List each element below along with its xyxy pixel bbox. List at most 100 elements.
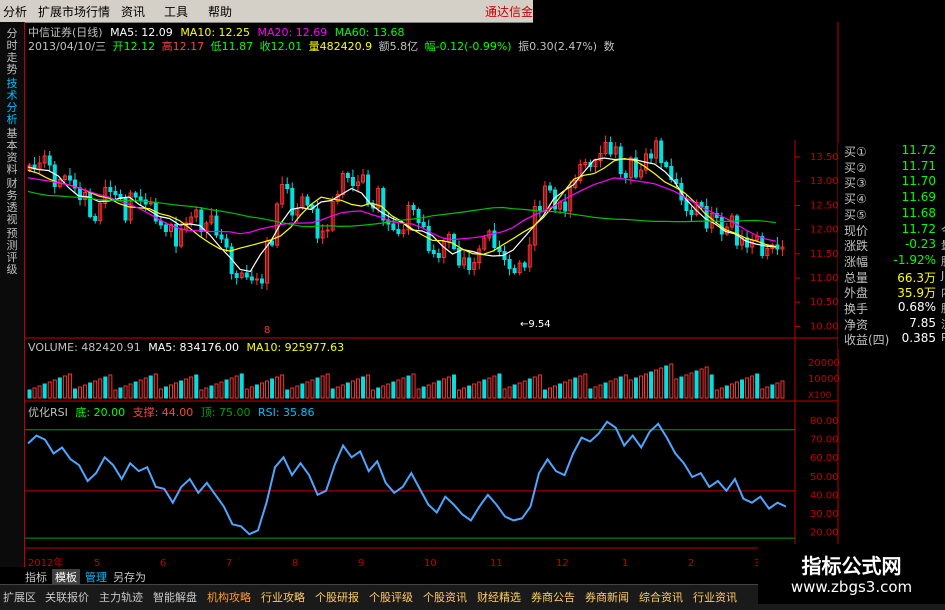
volume-bar (522, 380, 527, 399)
volume-bar (72, 388, 77, 399)
bottom-tab[interactable]: 关联报价 (45, 589, 89, 605)
volume-bar (244, 388, 249, 399)
low-price-annotation: ←9.54 (520, 319, 551, 330)
volume-bar (67, 373, 72, 399)
quote-overflow: 今 (941, 222, 945, 238)
quote-row: 总量 66.3万 J (844, 269, 944, 285)
bottom-tab[interactable]: 个股研报 (315, 589, 359, 605)
volume-bar (189, 376, 194, 399)
candle-body (649, 153, 654, 159)
volume-bar (249, 386, 254, 399)
volume-bar (654, 369, 659, 399)
volume-bar (62, 375, 67, 399)
volume-bar (719, 387, 724, 399)
volume-bar (57, 377, 62, 399)
tab-manage[interactable]: 管理 (82, 569, 110, 585)
redacted-area-chart (276, 284, 666, 324)
quote-row: 买② 11.71 (844, 159, 944, 175)
quote-value: 66.3万 (897, 270, 936, 285)
volume-bar (457, 389, 462, 399)
volume-bar (618, 376, 623, 399)
candle-body (411, 205, 416, 210)
volume-bar (259, 382, 264, 399)
volume-bar (199, 389, 204, 399)
price-tick: 12.50 (810, 200, 839, 211)
volume-bar (532, 376, 537, 399)
volume-bar (628, 379, 633, 399)
volume-bar (234, 375, 239, 399)
candle-body (138, 196, 143, 201)
bottom-tab[interactable]: 券商公告 (531, 589, 575, 605)
volume-bar (750, 375, 755, 399)
candle-body (133, 192, 138, 198)
ma-line (27, 157, 776, 273)
quote-value: -0.23 (904, 237, 936, 252)
tab-indicator[interactable]: 指标 (22, 569, 50, 585)
rsi-tick: 70.00 (810, 435, 839, 446)
candle-body (123, 198, 128, 221)
candle-body (315, 208, 320, 239)
volume-bar (593, 386, 598, 399)
volume-bar (745, 377, 750, 399)
volume-bar (78, 386, 83, 399)
quote-key: 总量 (844, 270, 869, 285)
volume-bar (143, 377, 148, 399)
bottom-tab[interactable]: 行业资讯 (693, 589, 737, 605)
candle-body (689, 210, 694, 215)
bottom-tab[interactable]: 扩展区 (3, 589, 36, 605)
volume-bar (42, 383, 47, 399)
candle-body (244, 272, 249, 278)
bottom-tab[interactable]: 机构攻略 (207, 589, 251, 605)
volume-bar (446, 376, 451, 399)
volume-bar (537, 374, 542, 399)
volume-bar (118, 387, 123, 399)
volume-bar (451, 374, 456, 399)
price-tick: 11.00 (810, 273, 839, 284)
volume-bar (391, 381, 396, 399)
bottom-tab[interactable]: 综合资讯 (639, 589, 683, 605)
tab-save-as[interactable]: 另存为 (110, 569, 149, 585)
volume-bar (315, 377, 320, 399)
candle-body (436, 253, 441, 258)
candle-body (285, 184, 290, 189)
bottom-tab[interactable]: 券商新闻 (585, 589, 629, 605)
candle-body (259, 278, 264, 284)
volume-bar (684, 374, 689, 399)
bottom-tab[interactable]: 财经精选 (477, 589, 521, 605)
bottom-tab[interactable]: 个股评级 (369, 589, 413, 605)
rsi-value: RSI: 35.86 (257, 406, 315, 419)
bottom-tab[interactable]: 行业攻略 (261, 589, 305, 605)
volume-bar (361, 376, 366, 399)
quote-overflow: 流 (941, 316, 945, 332)
quote-key: 买③ (844, 176, 867, 191)
volume-bar (472, 383, 477, 399)
volume-bar (123, 385, 128, 399)
volume-bar (467, 385, 472, 399)
tab-template[interactable]: 模板 (52, 569, 80, 585)
volume-bar (396, 379, 401, 399)
ma-line (27, 157, 777, 256)
volume-bar (462, 387, 467, 399)
volume-bar (285, 389, 290, 399)
quote-overflow: 股 (941, 300, 945, 316)
volume-bar (699, 368, 704, 399)
volume-bar (320, 375, 325, 399)
volume-bar (32, 387, 37, 399)
volume-bar (335, 386, 340, 399)
bottom-tab[interactable]: 主力轨迹 (99, 589, 143, 605)
candle-body (108, 187, 113, 192)
quote-row: 买① 11.72 (844, 143, 944, 159)
volume-bar (194, 374, 199, 399)
volume-bar (305, 381, 310, 399)
volume-bar (52, 379, 57, 399)
volume-bar (204, 387, 209, 399)
volume-bar (421, 386, 426, 399)
volume-ma10: MA10: 925977.63 (246, 341, 345, 354)
bottom-tab[interactable]: 个股资讯 (423, 589, 467, 605)
bottom-tab[interactable]: 智能解盘 (153, 589, 197, 605)
quote-value: 11.72 (901, 143, 936, 157)
volume-bar (88, 382, 93, 399)
volume-bar (740, 379, 745, 399)
rsi-support: 支撑: 44.00 (132, 406, 194, 419)
volume-bar (83, 384, 88, 399)
